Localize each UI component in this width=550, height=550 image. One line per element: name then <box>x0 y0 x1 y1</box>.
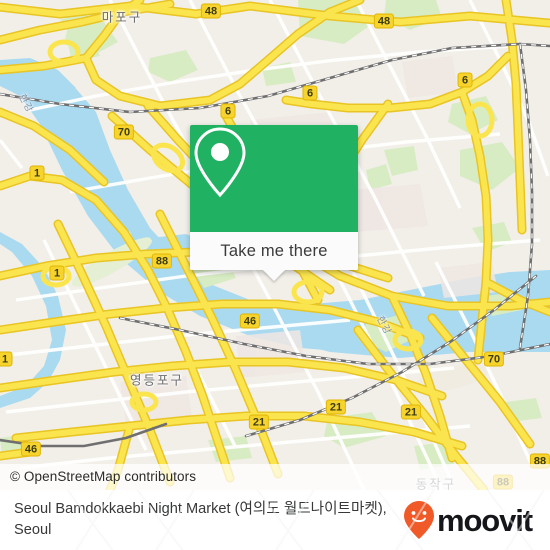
location-popup-card[interactable]: Take me there <box>190 125 358 281</box>
road-shield: 1 <box>49 265 65 281</box>
moovit-logo[interactable]: moovit <box>403 501 542 539</box>
map-place-label: 영등포구 <box>129 373 185 388</box>
take-me-there-label: Take me there <box>220 241 328 260</box>
road-shield: 46 <box>20 441 42 457</box>
moovit-wordmark: moovit <box>436 502 533 538</box>
road-shield: 88 <box>151 253 173 269</box>
road-shield: 46 <box>239 313 261 329</box>
moovit-pin-icon <box>403 501 434 539</box>
road-shield: 6 <box>302 85 318 101</box>
road-shield: 6 <box>457 72 473 88</box>
map-attribution[interactable]: © OpenStreetMap contributors <box>0 464 550 490</box>
road-shield: 21 <box>248 414 270 430</box>
map-canvas[interactable]: 48 48 6 6 6 70 1 88 1 46 1 70 21 21 21 4… <box>0 0 550 490</box>
road-shield: 1 <box>29 165 45 181</box>
road-shield: 70 <box>113 124 135 140</box>
footer-bar: Seoul Bamdokkaebi Night Market (여의도 월드나이… <box>0 490 550 550</box>
road-shield: 21 <box>400 404 422 420</box>
road-shield: 48 <box>373 13 395 29</box>
popup-image-area <box>190 125 358 232</box>
road-shield: 1 <box>0 351 13 367</box>
road-shield: 48 <box>200 3 222 19</box>
road-shield: 70 <box>483 351 505 367</box>
take-me-there-button[interactable]: Take me there <box>190 232 358 270</box>
road-shield: 21 <box>325 399 347 415</box>
map-place-label: 마포구 <box>101 10 143 25</box>
popup-pointer-tail <box>263 270 285 281</box>
road-shield: 6 <box>220 103 236 119</box>
location-caption: Seoul Bamdokkaebi Night Market (여의도 월드나이… <box>14 500 387 538</box>
moovit-map-screen: 48 48 6 6 6 70 1 88 1 46 1 70 21 21 21 4… <box>0 0 550 550</box>
map-pin-icon <box>194 127 246 198</box>
